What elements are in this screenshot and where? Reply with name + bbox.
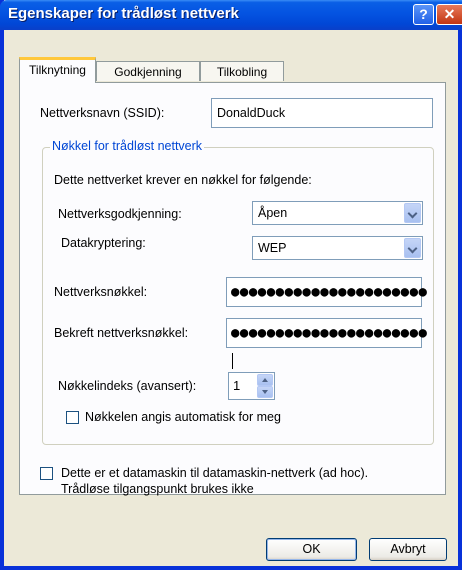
close-icon: ✕ xyxy=(443,6,456,22)
network-key-input[interactable]: ●●●●●●●●●●●●●●●●●●●●●● xyxy=(226,277,427,307)
requires-key-text: Dette nettverket krever en nøkkel for fø… xyxy=(54,173,312,187)
confirm-key-input[interactable]: ●●●●●●●●●●●●●●●●●●●●●● xyxy=(226,318,427,369)
network-key-label: Nettverksnøkkel: xyxy=(54,285,148,299)
encryption-label: Datakryptering: xyxy=(61,236,146,250)
tab-panel-tilknytning: Nettverksnavn (SSID): DonaldDuck Nøkkel … xyxy=(19,82,446,496)
tab-tilkobling[interactable]: Tilkobling xyxy=(200,61,284,81)
key-index-spinner[interactable]: 1 xyxy=(228,372,275,400)
auto-key-checkbox[interactable] xyxy=(66,411,79,424)
window-title: Egenskaper for trådløst nettverk xyxy=(8,5,239,22)
auth-selected-value: Åpen xyxy=(258,206,288,220)
encryption-select[interactable]: WEP xyxy=(252,236,423,260)
adhoc-checkbox[interactable] xyxy=(40,467,53,480)
chevron-down-icon[interactable] xyxy=(404,203,421,223)
cancel-button[interactable]: Avbryt xyxy=(369,538,447,561)
encryption-selected-value: WEP xyxy=(258,241,287,255)
ssid-input[interactable]: DonaldDuck xyxy=(211,98,433,128)
text-caret xyxy=(232,353,233,369)
key-index-value: 1 xyxy=(233,378,241,393)
ssid-label: Nettverksnavn (SSID): xyxy=(40,106,165,120)
confirm-key-label: Bekreft nettverksnøkkel: xyxy=(54,326,189,340)
ok-button[interactable]: OK xyxy=(266,538,357,561)
title-bar: Egenskaper for trådløst nettverk ? ✕ xyxy=(0,0,462,30)
confirm-key-value: ●●●●●●●●●●●●●●●●●●●●●● xyxy=(231,325,428,341)
help-button[interactable]: ? xyxy=(413,4,434,25)
key-index-label: Nøkkelindeks (avansert): xyxy=(58,379,197,393)
auto-key-label: Nøkkelen angis automatisk for meg xyxy=(85,410,281,424)
tab-tilknytning[interactable]: Tilknytning xyxy=(19,57,96,83)
network-key-group: Nøkkel for trådløst nettverk Dette nettv… xyxy=(42,139,434,445)
chevron-down-icon[interactable] xyxy=(404,238,421,258)
auth-label: Nettverksgodkjenning: xyxy=(58,207,182,221)
tab-godkjenning[interactable]: Godkjenning xyxy=(96,61,200,81)
network-key-group-title: Nøkkel for trådløst nettverk xyxy=(50,139,205,153)
help-icon: ? xyxy=(419,6,428,22)
adhoc-label-line2: Trådløse tilgangspunkt brukes ikke xyxy=(61,482,254,496)
close-button[interactable]: ✕ xyxy=(436,4,462,25)
adhoc-label-line1: Dette er et datamaskin til datamaskin-ne… xyxy=(61,466,369,480)
spin-down-icon[interactable] xyxy=(257,386,273,398)
spin-up-icon[interactable] xyxy=(257,374,273,386)
auth-select[interactable]: Åpen xyxy=(252,201,423,225)
